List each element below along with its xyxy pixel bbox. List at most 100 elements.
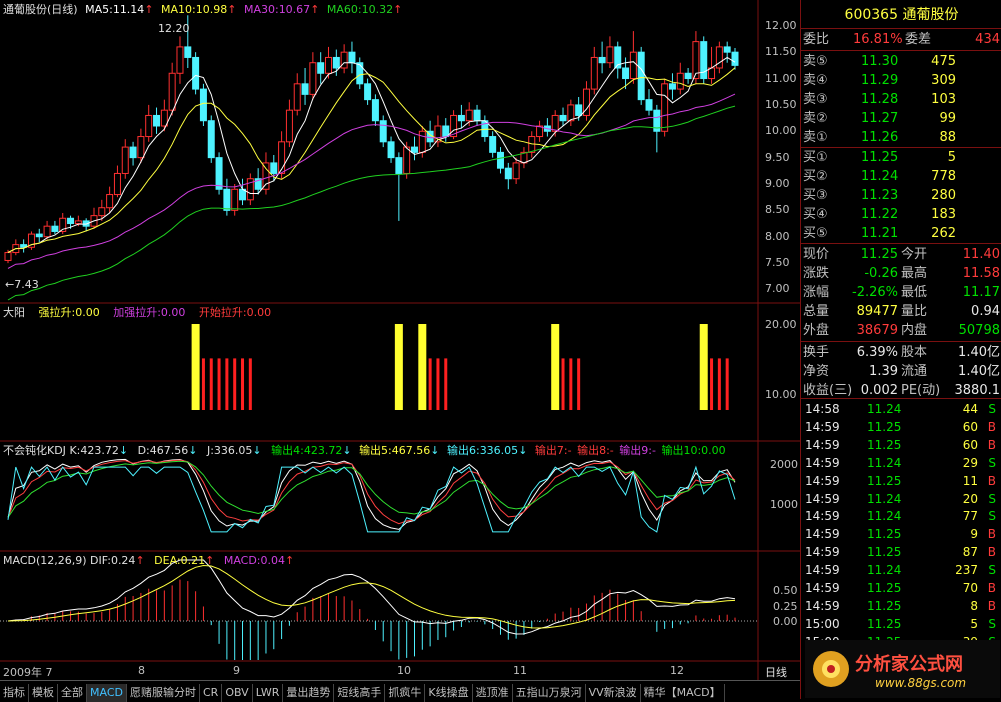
signal-bar	[561, 358, 565, 410]
stat-value: 1.39	[869, 364, 898, 379]
candle-body	[223, 188, 231, 211]
bids-row[interactable]: 买② 11.24 778	[801, 167, 1001, 186]
candle-body	[551, 114, 559, 132]
order-label: 卖⑤	[803, 54, 828, 69]
stat-row: 外盘 38679 内盘 50798	[801, 321, 1001, 340]
candle-body	[715, 46, 723, 69]
candle-body	[145, 114, 153, 138]
kdj-output5: 输出5:467.56	[359, 444, 431, 457]
tick-row[interactable]: 14:59 11.25 87 B	[801, 544, 1001, 561]
price-axis-tick: 8.00	[765, 229, 790, 243]
tick-price: 11.25	[867, 598, 902, 613]
order-volume: 778	[931, 169, 956, 184]
tab-8[interactable]: 量出趋势	[283, 684, 335, 702]
candle-body	[575, 104, 583, 116]
tab-15[interactable]: 精华【MACD】	[641, 684, 725, 702]
tab-7[interactable]: LWR	[253, 684, 284, 702]
wei-cha-value: 434	[975, 32, 1000, 47]
kline-chart[interactable]	[0, 0, 800, 680]
signal-bar	[201, 358, 205, 410]
chart-area[interactable]: 通葡股份(日线) MA5:11.14↑ MA10:10.98↑ MA30:10.…	[0, 0, 800, 680]
tab-9[interactable]: 短线高手	[334, 684, 386, 702]
kdj-lines	[7, 458, 736, 533]
order-label: 卖③	[803, 92, 828, 107]
tick-row[interactable]: 14:59 11.25 8 B	[801, 598, 1001, 615]
tick-side: B	[987, 473, 996, 488]
tick-price: 11.25	[867, 527, 902, 542]
stat-label: 换手	[803, 345, 830, 360]
period-label[interactable]: 日线	[765, 664, 787, 680]
kdj-output6: 输出6:336.05	[446, 444, 519, 457]
bids-row[interactable]: 买③ 11.23 280	[801, 186, 1001, 205]
macd-axis-top: 0.50	[773, 584, 798, 597]
tick-volume: 9	[970, 527, 978, 542]
stat-row: 净资 1.39 流通 1.40亿	[801, 362, 1001, 381]
flower-logo-icon	[813, 651, 849, 687]
tick-row[interactable]: 14:59 11.24 20 S	[801, 491, 1001, 508]
bids-row[interactable]: 买① 11.25 5	[801, 148, 1001, 167]
asks-row[interactable]: 卖② 11.27 99	[801, 109, 1001, 128]
signal-bar	[191, 324, 200, 410]
date-label-dec: 12	[670, 664, 684, 677]
candle-body	[418, 130, 426, 153]
tab-5[interactable]: CR	[200, 684, 223, 702]
down-arrow-icon: ↓	[342, 444, 352, 457]
stat-label: 流通	[901, 364, 928, 379]
tick-side: B	[987, 581, 996, 595]
order-price: 11.29	[861, 73, 899, 88]
tick-row[interactable]: 14:59 11.25 60 B	[801, 419, 1001, 436]
tick-row[interactable]: 15:00 11.25 5 S	[801, 616, 1001, 633]
order-price: 11.26	[861, 130, 899, 145]
tick-row[interactable]: 14:59 11.24 237 S	[801, 562, 1001, 579]
candle-body	[684, 72, 692, 80]
stat-value: 38679	[856, 323, 898, 338]
kdj-axis-mid: 1000	[770, 498, 798, 511]
tick-side: B	[987, 598, 996, 613]
candle-body	[106, 194, 114, 209]
signal-bar	[225, 358, 229, 410]
tab-4[interactable]: 愿赌服输分时	[127, 684, 200, 702]
tab-13[interactable]: 五指山万泉河	[513, 684, 586, 702]
asks-row[interactable]: 卖④ 11.29 309	[801, 71, 1001, 90]
tick-row[interactable]: 14:58 11.24 44 S	[801, 401, 1001, 418]
tick-row[interactable]: 14:59 11.24 77 S	[801, 508, 1001, 525]
tab-14[interactable]: VV新浪波	[586, 684, 641, 702]
indicator1-value-a: 强拉升:0.00	[38, 306, 100, 319]
asks-row[interactable]: 卖③ 11.28 103	[801, 90, 1001, 109]
tab-0[interactable]: 指标	[0, 684, 29, 702]
dif-line	[7, 559, 736, 635]
tab-1[interactable]: 模板	[29, 684, 58, 702]
indicator1-header: 大阳 强拉升:0.00 加强拉升:0.00 开始拉升:0.00	[3, 306, 271, 320]
tick-side: S	[988, 509, 996, 524]
stock-code-name: 600365 通葡股份	[844, 7, 959, 23]
tab-11[interactable]: K线操盘	[425, 684, 473, 702]
tick-row[interactable]: 14:59 11.24 29 S	[801, 455, 1001, 472]
tab-10[interactable]: 抓疯牛	[385, 684, 426, 702]
tick-volume: 237	[955, 563, 978, 578]
bids-row[interactable]: 买④ 11.22 183	[801, 205, 1001, 224]
tab-3[interactable]: MACD	[87, 684, 127, 702]
order-label: 买⑤	[803, 226, 828, 241]
tick-row[interactable]: 14:59 11.25 11 B	[801, 473, 1001, 490]
asks-row[interactable]: 卖⑤ 11.30 475	[801, 52, 1001, 71]
order-volume: 5	[947, 150, 956, 165]
stat-row: 涨跌 -0.26 最高 11.58	[801, 264, 1001, 283]
tick-row[interactable]: 14:59 11.25 9 B	[801, 526, 1001, 543]
tick-side: B	[987, 527, 996, 542]
tick-row[interactable]: 14:59 11.25 70 B	[801, 580, 1001, 597]
ma30-label: MA30:10.67	[243, 3, 311, 16]
indicator1-value-c: 开始拉升:0.00	[198, 306, 272, 319]
bids-row[interactable]: 买⑤ 11.21 262	[801, 224, 1001, 243]
tab-2[interactable]: 全部	[58, 684, 87, 702]
macd-dea: DEA:0.21	[154, 554, 206, 567]
candle-body	[184, 46, 192, 58]
tick-side: S	[988, 491, 996, 506]
order-price: 11.27	[861, 111, 899, 126]
tick-time: 14:59	[805, 545, 840, 560]
tab-12[interactable]: 逃顶准	[473, 684, 513, 702]
tick-row[interactable]: 14:59 11.25 60 B	[801, 437, 1001, 454]
tab-6[interactable]: OBV	[222, 684, 253, 702]
tick-time: 14:59	[805, 598, 840, 613]
asks-row[interactable]: 卖① 11.26 88	[801, 128, 1001, 147]
wei-cha-label: 委差	[905, 32, 932, 47]
